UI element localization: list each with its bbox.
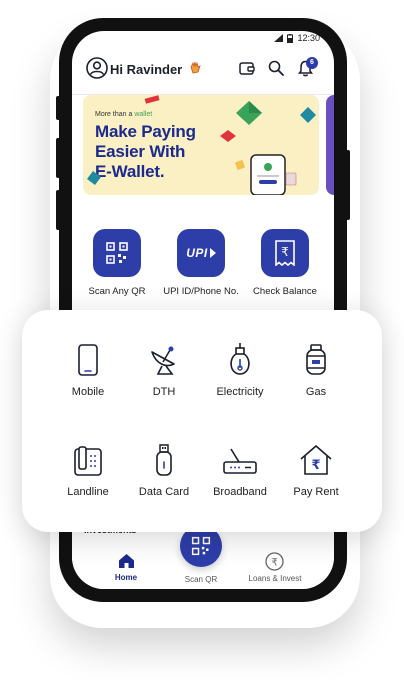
satellite-dish-icon bbox=[151, 346, 175, 375]
gas-cylinder-icon bbox=[306, 344, 326, 375]
service-label: Pay Rent bbox=[293, 486, 339, 498]
router-icon bbox=[223, 448, 257, 474]
svg-text:₹: ₹ bbox=[281, 245, 289, 259]
top-bar: Hi Ravinder 6 bbox=[72, 53, 334, 89]
signal-icon bbox=[274, 34, 284, 42]
volume-button bbox=[56, 190, 60, 230]
banner-illustration bbox=[87, 95, 316, 195]
quick-action-label: UPI ID/Phone No. bbox=[163, 286, 239, 297]
landline-icon bbox=[74, 446, 102, 476]
next-banner-peek[interactable] bbox=[326, 95, 334, 195]
usb-icon bbox=[156, 444, 172, 476]
nav-item-home[interactable]: Home bbox=[86, 553, 166, 582]
wallet-icon[interactable] bbox=[239, 61, 255, 76]
waving-hand-icon bbox=[190, 61, 201, 74]
quick-action-scan-qr[interactable]: Scan Any QR bbox=[72, 229, 165, 297]
promo-banner[interactable]: More than a wallet Make Paying Easier Wi… bbox=[83, 95, 319, 195]
nav-label-loans-invest: Loans & Invest bbox=[248, 574, 302, 583]
greeting-text: Hi Ravinder bbox=[110, 62, 183, 77]
house-rupee-icon: ₹ bbox=[300, 445, 332, 475]
qr-code-icon bbox=[191, 536, 211, 556]
nav-label-home: Home bbox=[114, 573, 138, 582]
service-label: Gas bbox=[305, 386, 327, 398]
volume-button bbox=[56, 96, 60, 120]
svg-text:₹: ₹ bbox=[311, 458, 320, 473]
upi-icon-text: UPI bbox=[186, 246, 208, 260]
svg-text:₹: ₹ bbox=[271, 558, 277, 569]
qr-code-icon bbox=[93, 229, 141, 277]
services-card: Mobile DTH Electricity Gas Landline Data… bbox=[22, 310, 382, 532]
quick-action-check-balance[interactable]: ₹ Check Balance bbox=[237, 229, 333, 297]
bulb-icon bbox=[230, 343, 250, 375]
status-bar: 12:30 bbox=[274, 33, 320, 43]
service-pay-rent[interactable]: ₹ Pay Rent bbox=[271, 438, 361, 498]
power-button bbox=[346, 150, 350, 220]
nav-label-scan-qr[interactable]: Scan QR bbox=[161, 575, 241, 584]
mobile-icon bbox=[78, 344, 98, 376]
notification-badge: 6 bbox=[306, 57, 318, 69]
battery-icon bbox=[287, 33, 294, 43]
service-gas[interactable]: Gas bbox=[271, 338, 361, 398]
home-icon bbox=[119, 554, 134, 568]
volume-button bbox=[56, 138, 60, 178]
quick-action-label: Scan Any QR bbox=[88, 286, 146, 297]
nav-item-loans-invest[interactable]: ₹ Loans & Invest bbox=[235, 552, 315, 583]
quick-action-upi[interactable]: UPI UPI ID/Phone No. bbox=[153, 229, 249, 297]
quick-action-label: Check Balance bbox=[253, 286, 317, 297]
status-time: 12:30 bbox=[297, 33, 320, 43]
rupee-coin-icon: ₹ bbox=[265, 552, 284, 571]
upi-icon: UPI bbox=[177, 229, 225, 277]
profile-icon[interactable] bbox=[86, 57, 108, 79]
rupee-receipt-icon: ₹ bbox=[261, 229, 309, 277]
search-icon[interactable] bbox=[268, 60, 284, 76]
